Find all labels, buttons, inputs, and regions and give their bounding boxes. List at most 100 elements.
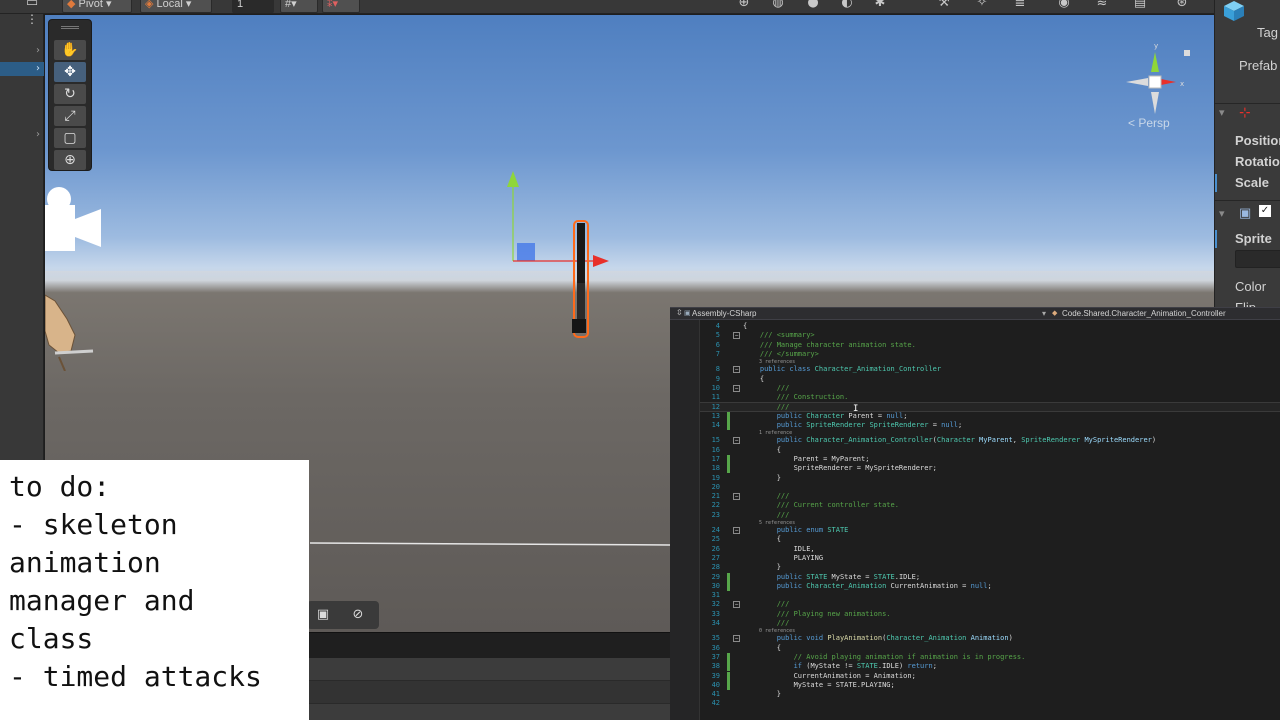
fold-toggle-icon[interactable]: − (733, 332, 740, 340)
fold-toggle-icon[interactable]: − (733, 527, 740, 534)
code-line[interactable]: 14 public SpriteRenderer SpriteRenderer … (700, 421, 1280, 431)
code-line[interactable]: 42 (700, 699, 1280, 708)
character-sprite[interactable] (568, 219, 594, 339)
scale-tool-button[interactable]: ⤢ (54, 106, 86, 126)
hierarchy-row-selected[interactable]: › (0, 62, 44, 76)
code-line[interactable]: 12 /// (700, 402, 1280, 412)
code-text[interactable]: /// </summary> (743, 350, 819, 359)
code-editor[interactable]: ⇳ ▣ Assembly-CSharp ▾ ◆ Code.Shared.Char… (670, 307, 1280, 720)
grid-snap-button[interactable]: #▾ (280, 0, 318, 13)
code-text[interactable]: CurrentAnimation = Animation; (743, 672, 916, 681)
code-text[interactable]: PLAYING (743, 554, 824, 563)
fold-toggle-icon[interactable]: − (733, 493, 740, 501)
code-text[interactable]: // Avoid playing animation if animation … (743, 653, 1026, 662)
code-text[interactable]: if (MyState != STATE.IDLE) return; (743, 662, 937, 671)
sprite-field[interactable] (1235, 250, 1280, 268)
code-text[interactable]: public SpriteRenderer SpriteRenderer = n… (743, 421, 963, 430)
effects-icon[interactable]: ▤ (1128, 0, 1152, 12)
rotate-tool-button[interactable]: ↻ (54, 84, 86, 104)
snap-settings-button[interactable]: ⁑▾ (322, 0, 360, 13)
code-text[interactable]: { (743, 375, 764, 384)
code-text[interactable]: public enum STATE (743, 526, 849, 535)
hand-tool-button[interactable]: ✋ (54, 40, 86, 60)
circle-icon[interactable]: ● (801, 0, 825, 12)
layers-icon[interactable]: ≋ (1090, 0, 1114, 12)
code-line[interactable]: 11 /// Construction. (700, 393, 1280, 402)
code-line[interactable]: 22 /// Current controller state. (700, 501, 1280, 510)
code-text[interactable]: } (743, 474, 781, 483)
code-line[interactable]: 24 − public enum STATE (700, 526, 1280, 535)
scroll-arrow-icon[interactable]: ⇳ (676, 308, 683, 319)
code-line[interactable]: 41 } (700, 690, 1280, 699)
code-line[interactable]: 19 } (700, 474, 1280, 483)
code-line[interactable]: 21 − /// (700, 492, 1280, 501)
code-line[interactable]: 10 − /// (700, 384, 1280, 393)
code-line[interactable]: 8 − public class Character_Animation_Cont… (700, 365, 1280, 374)
code-line[interactable]: 37 // Avoid playing animation if animati… (700, 652, 1280, 663)
hierarchy-row[interactable]: › (0, 44, 44, 58)
compass-icon[interactable]: ⊘ (347, 605, 369, 625)
sphere-icon[interactable]: ◍ (766, 0, 790, 12)
code-text[interactable]: public STATE MyState = STATE.IDLE; (743, 573, 920, 582)
chevron-down-icon[interactable]: ▾ (1219, 106, 1225, 119)
code-area[interactable]: 4{5− /// <summary> 6 /// Manage character… (700, 320, 1280, 720)
code-line[interactable]: 23 /// (700, 511, 1280, 520)
code-line[interactable]: 26 IDLE, (700, 545, 1280, 554)
local-dropdown[interactable]: ◈ Local ▾ (140, 0, 212, 13)
code-line[interactable]: 7 /// </summary> (700, 350, 1280, 359)
move-gizmo[interactable] (503, 165, 623, 275)
code-text[interactable]: /// (743, 600, 790, 609)
code-line[interactable]: 5 − /// <summary> (700, 331, 1280, 340)
code-text[interactable]: } (743, 563, 781, 572)
stars-icon[interactable]: ✧ (970, 0, 994, 12)
fold-toggle-icon[interactable]: − (733, 437, 740, 445)
code-line[interactable]: 32 − /// (700, 600, 1280, 609)
code-text[interactable]: Parent = MyParent; (743, 455, 870, 464)
bug-icon[interactable]: ✱ (868, 0, 892, 12)
code-line[interactable]: 9 { (700, 375, 1280, 384)
fold-toggle-icon[interactable]: − (733, 601, 740, 609)
code-line[interactable]: 33 /// Playing new animations. (700, 610, 1280, 619)
code-text[interactable]: /// (743, 619, 790, 628)
chevron-right-icon[interactable]: › (36, 128, 40, 142)
code-line[interactable]: 25 { (700, 535, 1280, 544)
code-text[interactable]: public Character_Animation_Controller(Ch… (743, 436, 1156, 445)
code-line[interactable]: 15 − public Character_Animation_Controlle… (700, 436, 1280, 445)
code-text[interactable]: { (743, 322, 747, 331)
code-text[interactable]: /// Manage character animation state. (743, 341, 916, 350)
code-text[interactable]: MyState = STATE.PLAYING; (743, 681, 895, 690)
code-text[interactable]: public Character Parent = null; (743, 412, 908, 421)
chevron-right-icon[interactable]: › (36, 44, 40, 58)
persp-label[interactable]: < Persp (1128, 116, 1170, 130)
enabled-checkbox[interactable]: ✓ (1259, 205, 1271, 217)
rect-tool-button[interactable]: ▢ (54, 128, 86, 148)
code-text[interactable]: /// Playing new animations. (743, 610, 891, 619)
code-line[interactable]: 36 { (700, 644, 1280, 653)
code-text[interactable]: { (743, 446, 781, 455)
code-text[interactable]: /// <summary> (743, 331, 815, 340)
code-text[interactable]: { (743, 535, 781, 544)
pivot-dropdown[interactable]: ◆ Pivot ▾ (62, 0, 132, 13)
globe-icon[interactable]: ⊕ (732, 0, 756, 12)
fold-toggle-icon[interactable]: − (733, 635, 740, 643)
code-text[interactable]: /// (743, 492, 790, 501)
gizmo-icon[interactable]: ⊛ (1170, 0, 1194, 12)
code-line[interactable]: 39 CurrentAnimation = Animation; (700, 671, 1280, 681)
move-tool-button[interactable]: ✥ (54, 62, 86, 82)
code-text[interactable]: /// (743, 511, 790, 520)
code-line[interactable]: 17 Parent = MyParent; (700, 454, 1280, 465)
code-text[interactable]: /// Current controller state. (743, 501, 899, 510)
chevron-right-icon[interactable]: › (36, 62, 40, 76)
tools-icon[interactable]: ⚒ (932, 0, 956, 12)
code-text[interactable]: public class Character_Animation_Control… (743, 365, 941, 374)
code-line[interactable]: 35 − public void PlayAnimation(Character_… (700, 634, 1280, 643)
layout-icon[interactable]: ▭ (20, 0, 44, 12)
code-line[interactable]: 20 (700, 483, 1280, 492)
palette-drag-handle[interactable] (61, 26, 79, 29)
code-line[interactable]: 28 } (700, 563, 1280, 572)
class-dropdown[interactable]: Code.Shared.Character_Animation_Controll… (1062, 308, 1226, 320)
code-line[interactable]: 16 { (700, 446, 1280, 455)
video-camera-icon[interactable]: ▣ (312, 605, 334, 625)
code-text[interactable]: { (743, 644, 781, 653)
fold-toggle-icon[interactable]: − (733, 366, 740, 374)
